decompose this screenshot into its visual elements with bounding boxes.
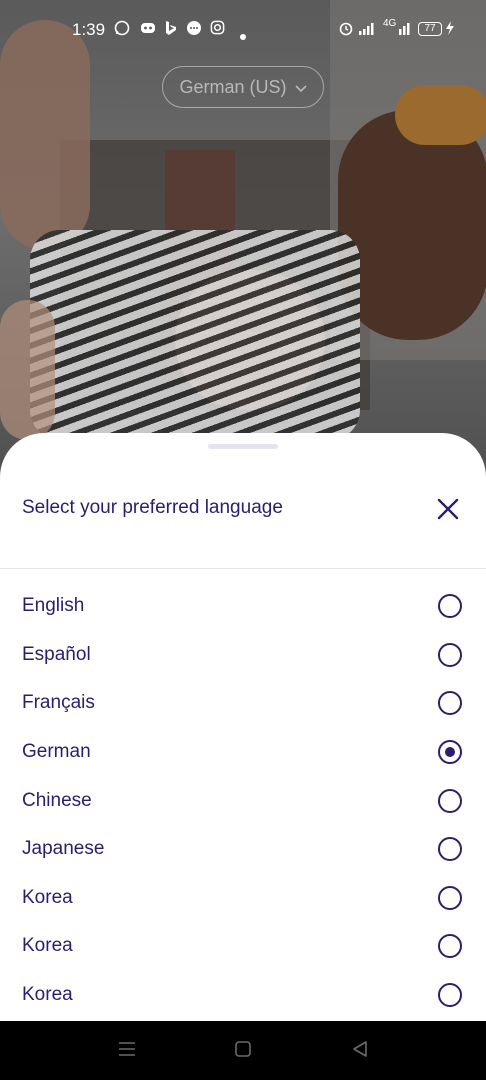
battery-level: 77 (424, 23, 436, 34)
radio-button[interactable] (438, 837, 462, 862)
language-option[interactable]: Korea (0, 922, 486, 971)
network-type: 4G (383, 18, 397, 29)
divider (0, 568, 486, 569)
language-option[interactable]: Japanese (0, 825, 486, 874)
chevron-down-icon (294, 77, 307, 98)
language-label: Français (22, 692, 95, 714)
language-option[interactable]: English (0, 582, 486, 631)
radio-button[interactable] (438, 934, 462, 959)
signal-icon-2 (398, 20, 412, 40)
language-list: English Español Français German Chinese … (0, 582, 486, 1019)
messenger-icon (186, 20, 202, 40)
notification-dot-icon (240, 27, 246, 44)
language-label: Español (22, 643, 91, 665)
radio-button[interactable] (438, 594, 462, 619)
language-option[interactable]: Español (0, 631, 486, 680)
alarm-icon (338, 20, 354, 40)
whatsapp-icon (114, 20, 130, 40)
discord-icon (140, 20, 156, 40)
language-label: Korea (22, 935, 73, 957)
close-button[interactable] (432, 495, 464, 527)
language-option[interactable]: German (0, 728, 486, 777)
language-dropdown[interactable]: German (US) (162, 66, 324, 108)
radio-button[interactable] (438, 642, 462, 667)
back-icon[interactable] (350, 1039, 370, 1064)
radio-dot (445, 747, 455, 758)
instagram-icon (210, 20, 225, 39)
radio-button[interactable] (438, 983, 462, 1008)
radio-button[interactable] (438, 691, 462, 716)
radio-button-selected[interactable] (438, 740, 462, 765)
language-label: Japanese (22, 838, 105, 860)
radio-button[interactable] (438, 885, 462, 910)
language-bottom-sheet: Select your preferred language English E… (0, 433, 486, 1021)
language-label: English (22, 595, 85, 617)
bing-icon (164, 20, 178, 40)
language-option[interactable]: Français (0, 679, 486, 728)
language-option[interactable]: Chinese (0, 776, 486, 825)
navigation-bar (0, 1021, 486, 1080)
language-option[interactable]: Korea (0, 971, 486, 1020)
battery-icon: 77 (418, 22, 442, 36)
language-label: Korea (22, 984, 73, 1006)
status-time: 1:39 (72, 20, 106, 39)
language-dropdown-label: German (US) (179, 76, 287, 97)
language-option[interactable]: Korea (0, 874, 486, 923)
language-label: Chinese (22, 789, 92, 811)
language-label: Korea (22, 886, 73, 908)
signal-icon (358, 20, 376, 40)
status-bar: 1:39 4G 77 (0, 0, 486, 60)
language-label: German (22, 741, 91, 763)
sheet-title: Select your preferred language (22, 497, 283, 518)
close-icon (437, 498, 459, 525)
charging-icon (445, 20, 455, 40)
menu-icon[interactable] (117, 1039, 137, 1064)
drag-handle[interactable] (208, 444, 278, 449)
radio-button[interactable] (438, 788, 462, 813)
home-icon[interactable] (233, 1039, 253, 1064)
